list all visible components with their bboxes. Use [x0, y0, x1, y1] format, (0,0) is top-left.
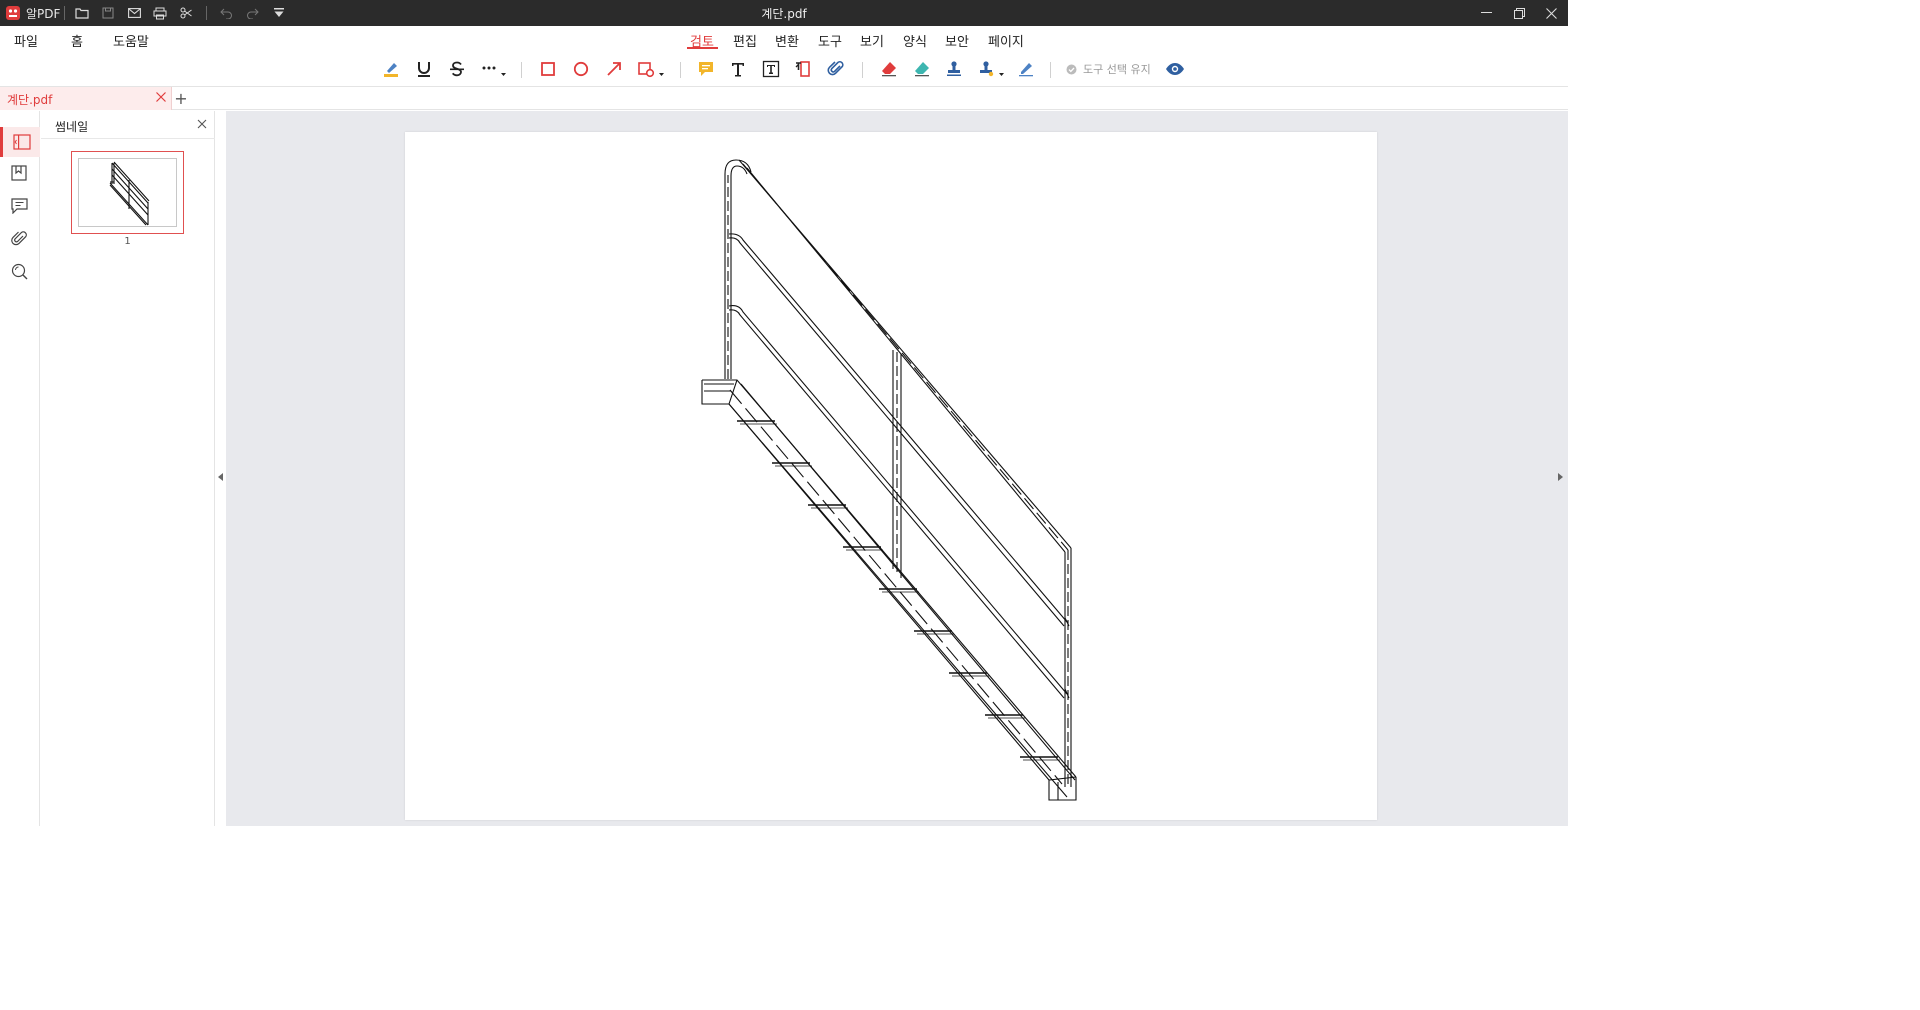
tab-tools[interactable]: 도구 — [818, 31, 842, 50]
staircase-drawing — [701, 159, 1077, 801]
collapse-right-icon[interactable] — [1558, 473, 1564, 481]
separator — [521, 62, 522, 78]
stamp-icon[interactable] — [943, 58, 965, 80]
page-number: 1 — [124, 236, 131, 247]
keep-tool-selected-toggle[interactable]: 도구 선택 유지 — [1066, 61, 1151, 77]
signature-pen-icon[interactable] — [1015, 58, 1037, 80]
search-panel-button[interactable] — [8, 260, 30, 282]
thumbnail-panel-button[interactable] — [0, 127, 40, 157]
tab-security[interactable]: 보안 — [945, 31, 969, 50]
bookmark-panel-button[interactable] — [8, 162, 30, 184]
document-tab[interactable]: 계단.pdf — [0, 87, 172, 110]
textbox-icon[interactable] — [760, 58, 782, 80]
menu-home[interactable]: 홈 — [71, 31, 83, 50]
title-bar: 알PDF 계단.pdf — [0, 0, 1568, 26]
eraser-teal-icon[interactable] — [911, 58, 933, 80]
shape-dropdown-icon[interactable] — [636, 58, 666, 80]
thumbnail-panel: 썸네일 1 — [41, 111, 215, 826]
keep-tool-label: 도구 선택 유지 — [1083, 63, 1151, 76]
strikethrough-icon[interactable] — [446, 58, 468, 80]
panel-title: 썸네일 — [55, 120, 89, 134]
rectangle-icon[interactable] — [537, 58, 559, 80]
attachment-panel-button[interactable] — [8, 228, 30, 250]
add-tab-button[interactable]: + — [174, 89, 188, 108]
separator — [862, 62, 863, 78]
search-icon — [11, 263, 27, 279]
thumbnail-page-preview — [78, 158, 177, 227]
stamp-dropdown-icon[interactable] — [976, 58, 1006, 80]
comment-icon — [10, 198, 28, 214]
arrow-icon[interactable] — [603, 58, 625, 80]
close-tab-icon[interactable] — [155, 91, 167, 103]
divider — [41, 138, 215, 139]
eraser-red-icon[interactable] — [878, 58, 900, 80]
check-circle-icon — [1066, 64, 1077, 74]
bookmark-icon — [11, 165, 27, 181]
panel-splitter[interactable] — [216, 111, 226, 826]
menu-file[interactable]: 파일 — [14, 31, 38, 50]
attach-file-icon[interactable] — [825, 58, 847, 80]
underline-icon[interactable] — [413, 58, 435, 80]
ellipse-icon[interactable] — [570, 58, 592, 80]
tab-view[interactable]: 보기 — [860, 31, 884, 50]
menu-help[interactable]: 도움말 — [113, 31, 149, 50]
page-thumbnail[interactable] — [71, 151, 184, 234]
minimize-icon[interactable] — [1475, 3, 1497, 23]
sticky-note-icon[interactable] — [695, 58, 717, 80]
side-rail — [0, 111, 40, 826]
tab-page[interactable]: 페이지 — [988, 31, 1024, 50]
comment-panel-button[interactable] — [8, 195, 30, 217]
close-panel-icon[interactable] — [197, 119, 207, 129]
eye-icon[interactable] — [1164, 58, 1186, 80]
text-icon[interactable] — [727, 58, 749, 80]
separator — [1050, 62, 1051, 78]
highlight-icon[interactable] — [380, 58, 402, 80]
thumbnail-icon — [12, 134, 31, 150]
review-toolbar: 도구 선택 유지 — [0, 52, 1568, 86]
paperclip-icon — [10, 230, 27, 245]
document-tab-name: 계단.pdf — [7, 93, 53, 107]
collapse-left-icon[interactable] — [218, 473, 224, 481]
document-tab-strip: 계단.pdf + — [0, 86, 1568, 110]
separator — [680, 62, 681, 78]
close-window-icon[interactable] — [1540, 3, 1562, 23]
more-text-markup-icon[interactable] — [478, 58, 508, 80]
pdf-page[interactable] — [405, 132, 1377, 820]
tab-edit[interactable]: 편집 — [733, 31, 757, 50]
restore-icon[interactable] — [1508, 3, 1530, 23]
tab-form[interactable]: 양식 — [903, 31, 927, 50]
menu-bar: 파일 홈 도움말 검토 편집 변환 도구 보기 양식 보안 페이지 — [0, 26, 1568, 52]
active-tab-indicator — [687, 47, 718, 49]
callout-icon[interactable] — [792, 58, 814, 80]
tab-convert[interactable]: 변환 — [775, 31, 799, 50]
staircase-thumbnail-image — [109, 161, 150, 226]
window-title: 계단.pdf — [761, 7, 807, 21]
